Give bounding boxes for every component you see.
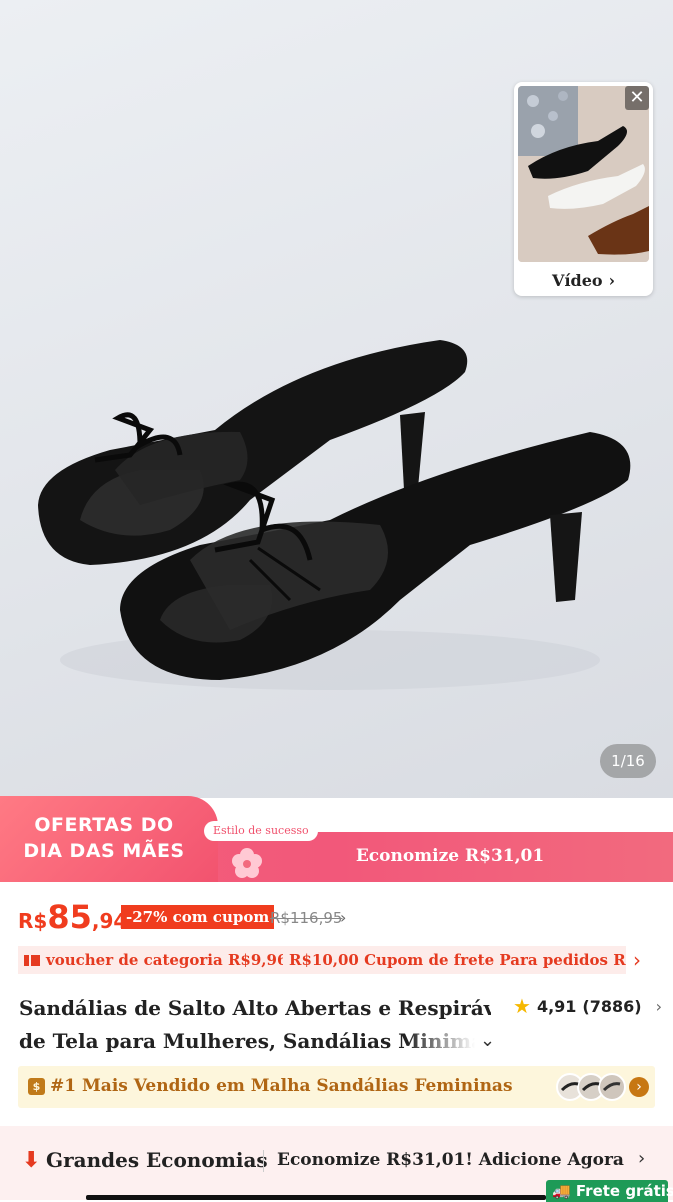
video-label: Vídeo <box>552 270 603 290</box>
chevron-right-icon: › <box>608 270 615 290</box>
star-icon: ★ <box>513 994 531 1018</box>
promo-tag: Estilo de sucesso <box>204 821 318 841</box>
trophy-icon: $ <box>28 1078 45 1095</box>
product-title-line: Sandálias de Salto Alto Abertas e Respir… <box>19 996 491 1020</box>
image-counter: 1/16 <box>600 744 656 778</box>
video-thumbnail-image[interactable] <box>518 86 649 262</box>
chevron-right-icon[interactable]: › <box>633 946 641 974</box>
chevron-right-icon[interactable]: › <box>629 1077 649 1097</box>
video-thumbnail-card[interactable]: ✕ Vídeo › <box>514 82 653 296</box>
price-integer: 85 <box>47 898 92 936</box>
price-currency: R$ <box>18 909 48 933</box>
product-title-line: de Tela para Mulheres, Sandálias Minimal… <box>19 1029 475 1053</box>
savings-title: Grandes Economias <box>46 1148 268 1172</box>
chevron-right-icon[interactable]: › <box>340 908 346 927</box>
chevron-right-icon: › <box>655 996 662 1016</box>
promo-title: OFERTAS DO DIA DAS MÃES <box>23 814 185 862</box>
arrow-down-icon: ⬇ <box>22 1148 41 1173</box>
chevron-right-icon[interactable]: › <box>638 1148 645 1169</box>
product-image-gallery[interactable]: ✕ Vídeo › 1/16 <box>0 0 673 798</box>
shipping-coupon[interactable]: R$10,00 Cupom de frete Para pedidos R$0.… <box>283 946 626 974</box>
bestseller-thumbnails <box>556 1073 626 1101</box>
shipping-coupon-label: R$10,00 Cupom de frete Para pedidos R$0.… <box>289 951 626 969</box>
original-price[interactable]: R$116,95 <box>270 909 342 927</box>
rating-value: 4,91 <box>536 996 577 1016</box>
mothers-day-promo-banner[interactable]: OFERTAS DO DIA DAS MÃES <box>0 796 673 882</box>
category-voucher[interactable]: voucher de categoria R$9,96 <box>18 946 286 974</box>
review-count: (7886) <box>582 996 642 1016</box>
savings-text[interactable]: Economize R$31,01! Adicione Agora <box>277 1150 624 1170</box>
divider <box>263 1150 264 1172</box>
discount-badge: -27% com cupom <box>121 905 275 929</box>
price: R$ 85 ,94 <box>18 898 127 938</box>
bestseller-banner[interactable]: $ #1 Mais Vendido em Malha Sandálias Fem… <box>18 1066 655 1108</box>
ticket-icon <box>24 955 40 966</box>
promo-title-block: OFERTAS DO DIA DAS MÃES <box>0 796 218 882</box>
video-button[interactable]: Vídeo › <box>514 266 653 294</box>
promo-savings-text: Economize R$31,01 <box>355 846 545 866</box>
close-icon[interactable]: ✕ <box>625 86 649 110</box>
bestseller-text: #1 Mais Vendido em Malha Sandálias Femin… <box>50 1076 513 1096</box>
bottom-action-bar-edge <box>86 1195 546 1200</box>
chevron-down-icon[interactable]: ⌄ <box>480 1030 495 1051</box>
free-shipping-badge: 🚚 Frete grátis <box>546 1180 673 1202</box>
rating-summary[interactable]: ★ 4,91 (7886) › <box>513 994 662 1018</box>
category-voucher-label: voucher de categoria R$9,96 <box>46 951 286 969</box>
flower-icon <box>232 848 262 878</box>
product-title[interactable]: Sandálias de Salto Alto Abertas e Respir… <box>19 992 491 1058</box>
